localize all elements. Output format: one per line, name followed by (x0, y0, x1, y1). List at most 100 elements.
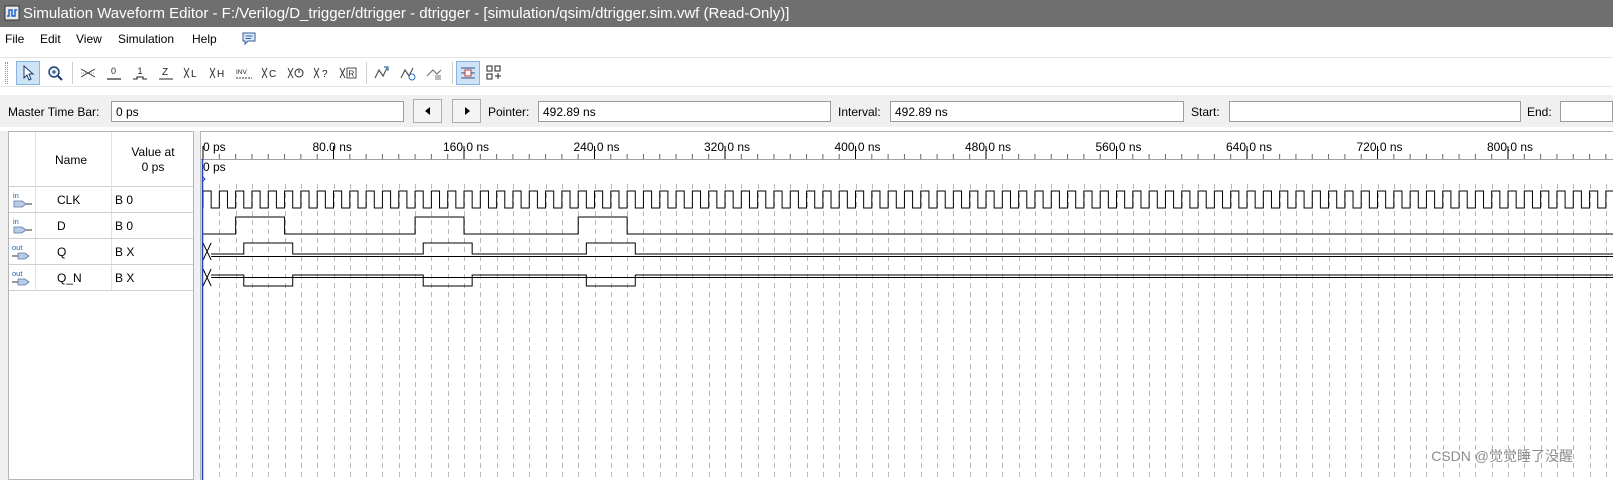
generate-netlist-button[interactable] (422, 61, 446, 85)
waveform-area: Name Value at 0 ps in CLK B 0 in D B 0 o… (0, 131, 1613, 480)
comment-icon[interactable] (241, 31, 257, 46)
ruler-tick-label: 560.0 ns (1096, 140, 1142, 154)
menu-edit[interactable]: Edit (40, 32, 61, 46)
waveforms (202, 190, 1613, 287)
unknown-x-icon (80, 68, 96, 78)
cursor-time-label: 0 ps (203, 160, 226, 174)
node-finder-button[interactable] (482, 61, 506, 85)
svg-text:H: H (217, 69, 224, 80)
signal-row-q[interactable]: out Q B X (9, 239, 193, 265)
toolbar: 0 1 Z L H INV C ? R (0, 57, 1613, 87)
random-value-button[interactable]: R (336, 61, 360, 85)
selection-tool-button[interactable] (16, 61, 40, 85)
forcing-low-button[interactable]: 0 (102, 61, 126, 85)
arbitrary-value-button[interactable]: ? (310, 61, 334, 85)
svg-text:0: 0 (111, 66, 116, 76)
interval-label: Interval: (838, 105, 881, 119)
high-impedance-icon: Z (159, 67, 173, 80)
app-icon (4, 5, 20, 21)
signal-value: B 0 (115, 193, 134, 207)
signal-value: B X (115, 245, 135, 259)
weak-low-button[interactable]: L (180, 61, 204, 85)
random-value-icon: R (339, 67, 357, 79)
ruler-tick-label: 400.0 ns (835, 140, 881, 154)
q-unknown (202, 242, 212, 261)
master-time-bar-label: Master Time Bar: (8, 105, 100, 119)
signal-name: D (57, 219, 66, 233)
signal-value: B 0 (115, 219, 134, 233)
pointer-field[interactable]: 492.89 ns (538, 101, 831, 122)
ruler-tick-label: 720.0 ns (1357, 140, 1403, 154)
master-time-bar-field[interactable]: 0 ps (111, 101, 404, 122)
netlist-icon (426, 69, 442, 80)
svg-text:L: L (191, 69, 197, 80)
magnifier-icon (48, 66, 63, 81)
ruler-tick-label: 240.0 ns (574, 140, 620, 154)
signal-row-q-n[interactable]: out Q_N B X (9, 265, 193, 291)
input-pin-icon: in (13, 217, 32, 234)
menu-view[interactable]: View (76, 32, 102, 46)
start-field[interactable] (1229, 101, 1521, 122)
q-n-waveform-upper (211, 274, 1613, 287)
high-impedance-button[interactable]: Z (154, 61, 178, 85)
start-label: Start: (1191, 105, 1220, 119)
forcing-unknown-button[interactable] (76, 61, 100, 85)
weak-high-button[interactable]: H (206, 61, 230, 85)
signal-value: B X (115, 271, 135, 285)
ruler-tick-label: 80.0 ns (313, 140, 352, 154)
q-n-unknown (202, 268, 212, 287)
snap-grid-icon (461, 67, 475, 79)
count-value-button[interactable]: C (258, 61, 282, 85)
end-label: End: (1527, 105, 1552, 119)
svg-text:C: C (269, 69, 276, 80)
signal-name: Q_N (57, 271, 82, 285)
signal-row-clk[interactable]: in CLK B 0 (9, 187, 193, 213)
q-waveform-upper (211, 242, 1613, 255)
svg-text:out: out (12, 243, 23, 252)
menu-simulation[interactable]: Simulation (118, 32, 174, 46)
time-bar: Master Time Bar: 0 ps Pointer: 492.89 ns… (0, 95, 1613, 127)
clk-waveform (202, 190, 1613, 209)
forcing-low-icon: 0 (107, 66, 121, 80)
d-waveform (203, 216, 1613, 235)
timing-simulation-button[interactable] (396, 61, 420, 85)
run-timing-icon (400, 67, 416, 81)
triangle-left-icon (424, 107, 430, 115)
signal-row-d[interactable]: in D B 0 (9, 213, 193, 239)
value-header-line2: 0 ps (141, 160, 165, 174)
value-header-line1: Value at (131, 145, 175, 159)
snap-to-grid-button[interactable] (456, 61, 480, 85)
time-grid (219, 184, 1607, 480)
next-transition-button[interactable] (452, 99, 481, 123)
forcing-high-icon: 1 (133, 66, 147, 80)
signal-name: CLK (57, 193, 81, 207)
menu-file[interactable]: File (5, 32, 24, 46)
invert-button[interactable]: INV (232, 61, 256, 85)
svg-text:1: 1 (138, 66, 143, 76)
waveform-pane[interactable]: 0 ps 80.0 ns 160.0 ns 240.0 ns 320.0 ns 400.0… (200, 131, 1613, 480)
output-pin-icon: out (12, 269, 30, 286)
ruler-tick-label: 0 ps (203, 140, 226, 154)
waveform-canvas[interactable]: 0 ps 80.0 ns 160.0 ns 240.0 ns 320.0 ns 400.0… (201, 132, 1613, 480)
functional-simulation-button[interactable] (370, 61, 394, 85)
value-column-header[interactable]: Value at 0 ps (113, 145, 193, 175)
zoom-tool-button[interactable] (43, 61, 67, 85)
count-value-icon: C (261, 67, 276, 80)
window-title: Simulation Waveform Editor - F:/Verilog/… (23, 5, 790, 22)
title-bar: Simulation Waveform Editor - F:/Verilog/… (0, 0, 1613, 27)
clock-value-button[interactable] (284, 61, 308, 85)
svg-text:Z: Z (162, 67, 168, 78)
toolbar-grip[interactable] (5, 62, 8, 84)
ruler-tick-label: 160.0 ns (443, 140, 489, 154)
forcing-high-button[interactable]: 1 (128, 61, 152, 85)
end-field[interactable] (1560, 101, 1613, 122)
name-column-header[interactable]: Name (55, 153, 87, 167)
signal-list-pane: Name Value at 0 ps in CLK B 0 in D B 0 o… (8, 131, 194, 480)
arbitrary-value-icon: ? (313, 67, 328, 80)
interval-field[interactable]: 492.89 ns (890, 101, 1184, 122)
pointer-label: Pointer: (488, 105, 530, 119)
ruler-tick-label: 800.0 ns (1487, 140, 1533, 154)
output-pin-icon: out (12, 243, 30, 260)
menu-help[interactable]: Help (192, 32, 217, 46)
previous-transition-button[interactable] (413, 99, 442, 123)
